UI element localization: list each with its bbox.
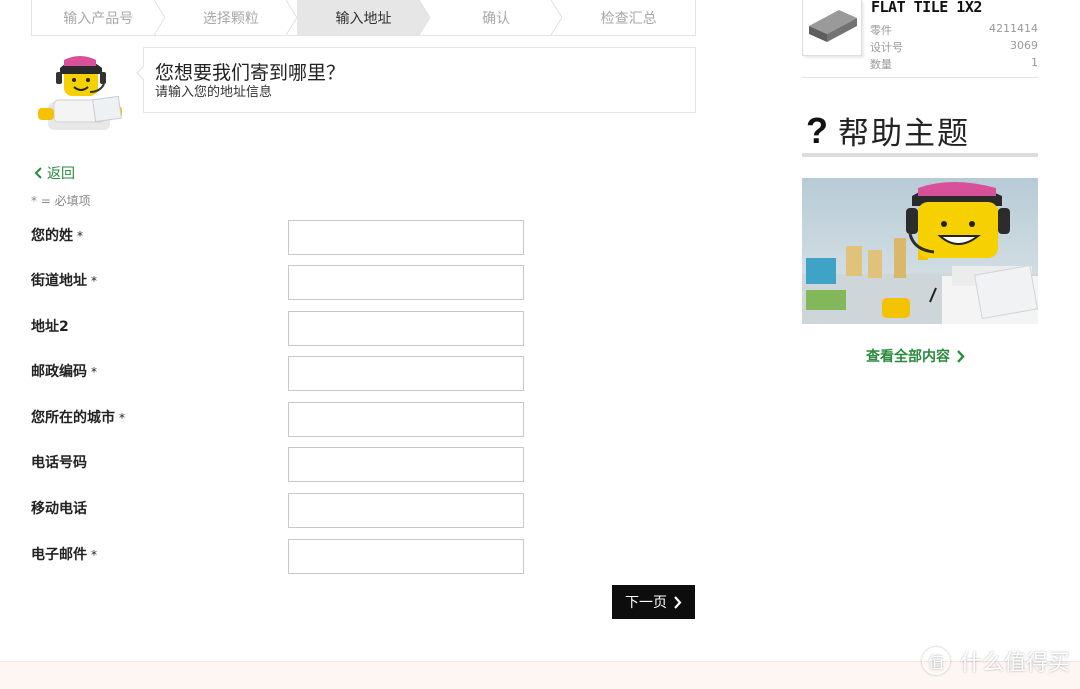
step-confirm[interactable]: 确认 [429, 0, 563, 35]
field-label: 电话号码 [31, 455, 87, 471]
chevron-left-icon [34, 167, 42, 179]
part-thumbnail [802, 0, 862, 56]
part-row-element: 零件 4211414 [870, 22, 1038, 37]
hint-pointer-inner [138, 67, 144, 79]
email-input[interactable] [288, 539, 524, 574]
chevron-right-icon [957, 349, 965, 363]
back-link[interactable]: 返回 [33, 163, 75, 183]
field-label: 您所在的城市 * [31, 410, 125, 426]
hint-subtitle: 请输入您的地址信息 [155, 85, 273, 100]
part-row-quantity: 数量 1 [870, 56, 1038, 71]
watermark-logo-icon: 值 [921, 647, 950, 675]
question-mark-icon: ? [806, 109, 828, 151]
field-label: 电子邮件 * [31, 547, 97, 563]
help-banner-image[interactable] [802, 178, 1038, 324]
part-name: FLAT TILE 1X2 [871, 0, 982, 16]
step-select-bricks[interactable]: 选择颗粒 [164, 0, 298, 35]
help-topics-heading: ? 帮助主题 [806, 108, 970, 153]
postcode-input[interactable] [288, 356, 524, 391]
support-minifigure-avatar [38, 56, 122, 130]
phone-input[interactable] [288, 447, 524, 482]
hint-box: 您想要我们寄到哪里？ 请输入您的地址信息 [143, 47, 696, 113]
site-watermark: 值 什么值得买 [921, 645, 1070, 677]
next-label: 下一页 [625, 594, 667, 610]
step-label: 检查汇总 [600, 10, 657, 27]
step-label: 输入地址 [335, 10, 392, 27]
form-row-email: 电子邮件 * [31, 539, 531, 575]
field-label: 地址2 [31, 319, 69, 335]
part-summary-card: FLAT TILE 1X2 零件 4211414 设计号 3069 数量 1 [802, 0, 1038, 78]
step-label: 选择颗粒 [202, 10, 259, 27]
step-review-summary[interactable]: 检查汇总 [562, 0, 695, 35]
street-address-input[interactable] [288, 265, 524, 300]
progress-steps: 输入产品号 选择颗粒 输入地址 确认 检查汇总 [31, 0, 696, 36]
field-label: 邮政编码 * [31, 364, 97, 380]
back-label: 返回 [47, 166, 75, 182]
form-row-postcode: 邮政编码 * [31, 356, 531, 392]
form-row-mobile: 移动电话 [31, 493, 531, 529]
mobile-input[interactable] [288, 493, 524, 528]
help-title: 帮助主题 [838, 116, 970, 152]
flat-tile-brick-icon [809, 10, 857, 42]
surname-input[interactable] [288, 220, 524, 255]
field-label: 移动电话 [31, 501, 87, 517]
view-all-link[interactable]: 查看全部内容 [866, 346, 965, 366]
required-note: * = 必填项 [31, 194, 91, 208]
field-label: 街道地址 * [31, 273, 97, 289]
city-input[interactable] [288, 402, 524, 437]
next-page-button[interactable]: 下一页 [612, 585, 695, 619]
form-row-address2: 地址2 [31, 311, 531, 347]
address2-input[interactable] [288, 311, 524, 346]
form-row-surname: 您的姓 * [31, 220, 531, 256]
form-row-street: 街道地址 * [31, 265, 531, 301]
part-row-design: 设计号 3069 [870, 39, 1038, 54]
form-row-city: 您所在的城市 * [31, 402, 531, 438]
help-divider [802, 153, 1038, 157]
form-row-phone: 电话号码 [31, 447, 531, 483]
watermark-text: 什么值得买 [959, 651, 1070, 676]
field-label: 您的姓 * [31, 228, 83, 244]
step-enter-product[interactable]: 输入产品号 [32, 0, 166, 35]
step-enter-address[interactable]: 输入地址 [297, 0, 431, 35]
view-all-label: 查看全部内容 [866, 349, 950, 365]
step-label: 确认 [482, 10, 511, 27]
chevron-right-icon [674, 595, 682, 609]
step-label: 输入产品号 [63, 10, 134, 27]
footer-band [0, 661, 1080, 689]
